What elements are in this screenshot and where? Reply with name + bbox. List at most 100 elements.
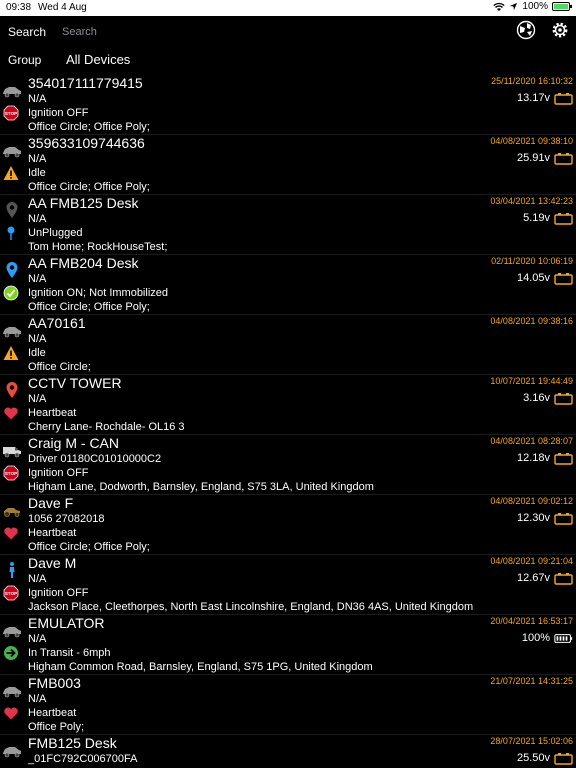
device-timestamp: 04/08/2021 09:38:16 xyxy=(490,316,573,326)
stop-icon: STOP xyxy=(3,465,19,481)
device-timestamp: 28/07/2021 15:02:06 xyxy=(490,736,573,746)
car-icon xyxy=(3,747,21,758)
svg-text:STOP: STOP xyxy=(5,471,17,476)
heart-icon xyxy=(4,527,18,540)
device-status: In Transit - 6mph xyxy=(28,647,111,659)
status-right: 100% xyxy=(493,1,572,12)
device-driver: 1056 27082018 xyxy=(28,513,105,525)
battery-low-icon xyxy=(554,93,573,105)
stop-icon: STOP xyxy=(3,105,19,121)
device-list: STOP 354017111779415 N/A Ignition OFF Of… xyxy=(0,75,576,768)
status-battery-icon xyxy=(552,2,572,11)
device-name: Craig M - CAN xyxy=(28,435,120,451)
device-driver: N/A xyxy=(28,93,47,105)
battery-low-icon xyxy=(554,573,573,585)
location-arrow-icon xyxy=(510,2,518,11)
group-selector[interactable]: Group All Devices xyxy=(0,50,576,72)
ignition-on-icon xyxy=(3,285,19,301)
status-battery-percent: 100% xyxy=(522,1,548,12)
device-row[interactable]: Dave F 1056 27082018 Heartbeat Office Ci… xyxy=(0,495,576,555)
wifi-icon xyxy=(493,2,506,11)
device-location: Office Poly; xyxy=(28,721,85,733)
battery-full-icon xyxy=(554,634,573,643)
device-location: Higham Lane, Dodworth, Barnsley, England… xyxy=(28,481,374,493)
device-location: Tom Home; RockHouseTest; xyxy=(28,241,168,253)
car-icon xyxy=(3,87,21,98)
device-name: Dave F xyxy=(28,495,74,511)
ios-status-bar: 09:38 Wed 4 Aug 100% xyxy=(0,0,576,16)
device-name: AA FMB204 Desk xyxy=(28,255,139,271)
device-row[interactable]: CCTV TOWER N/A Heartbeat Cherry Lane- Ro… xyxy=(0,375,576,435)
device-status: Ignition ON; Not Immobilized xyxy=(28,287,168,299)
battery-low-icon xyxy=(554,273,573,285)
device-row[interactable]: EMULATOR N/A In Transit - 6mph Higham Co… xyxy=(0,615,576,675)
device-name: FMB003 xyxy=(28,675,81,691)
map-pin-grey-icon xyxy=(6,202,18,218)
device-row[interactable]: AA FMB204 Desk N/A Ignition ON; Not Immo… xyxy=(0,255,576,315)
device-status: Heartbeat xyxy=(28,407,77,419)
device-battery-level: 100% xyxy=(521,632,550,644)
device-row[interactable]: STOP Craig M - CAN Driver 01180C01010000… xyxy=(0,435,576,495)
device-location: Office Circle; Office Poly; xyxy=(28,541,150,553)
device-timestamp: 03/04/2021 13:42:23 xyxy=(490,196,573,206)
device-status: Ignition OFF xyxy=(28,587,89,599)
heart-icon xyxy=(4,407,18,420)
device-timestamp: 04/08/2021 09:02:12 xyxy=(490,496,573,506)
device-row[interactable]: 359633109744636 N/A Idle Office Circle; … xyxy=(0,135,576,195)
device-name: AA FMB125 Desk xyxy=(28,195,139,211)
globe-map-icon[interactable] xyxy=(516,20,536,40)
device-voltage: 13.17v xyxy=(516,92,550,104)
device-driver: N/A xyxy=(28,273,47,285)
device-timestamp: 10/07/2021 19:44:49 xyxy=(490,376,573,386)
device-voltage: 25.91v xyxy=(516,152,550,164)
device-name: 359633109744636 xyxy=(28,135,145,151)
device-driver: N/A xyxy=(28,153,47,165)
device-name: CCTV TOWER xyxy=(28,375,122,391)
device-voltage: 12.18v xyxy=(516,452,550,464)
device-name: AA70161 xyxy=(28,315,86,331)
battery-low-icon xyxy=(554,153,573,165)
device-driver: _01FC792C006700FA xyxy=(28,753,138,765)
device-location: Office Circle; Office Poly; xyxy=(28,301,150,313)
map-pin-red-icon xyxy=(6,382,18,398)
device-location: Office Circle; xyxy=(28,361,91,373)
device-voltage: 5.19v xyxy=(523,212,550,224)
van-icon xyxy=(3,447,21,458)
device-timestamp: 20/04/2021 16:53:17 xyxy=(490,616,573,626)
device-timestamp: 21/07/2021 14:31:25 xyxy=(490,676,573,686)
device-status: Heartbeat xyxy=(28,707,77,719)
battery-low-icon xyxy=(554,213,573,225)
car-icon xyxy=(3,627,21,638)
device-location: Higham Common Road, Barnsley, England, S… xyxy=(28,661,373,673)
search-input[interactable] xyxy=(56,22,356,42)
device-timestamp: 04/08/2021 09:21:04 xyxy=(490,556,573,566)
svg-text:STOP: STOP xyxy=(5,591,17,596)
device-name: Dave M xyxy=(28,555,77,571)
device-row[interactable]: FMB125 Desk _01FC792C006700FA 28/07/2021… xyxy=(0,735,576,768)
device-timestamp: 04/08/2021 09:38:10 xyxy=(490,136,573,146)
car-icon xyxy=(3,147,21,158)
device-status: Ignition OFF xyxy=(28,107,89,119)
device-name: FMB125 Desk xyxy=(28,735,117,751)
device-row[interactable]: AA70161 N/A Idle Office Circle; 04/08/20… xyxy=(0,315,576,375)
device-timestamp: 02/11/2020 10:06:19 xyxy=(491,256,573,266)
idle-warning-icon xyxy=(3,166,19,180)
device-row[interactable]: FMB003 N/A Heartbeat Office Poly; 21/07/… xyxy=(0,675,576,735)
device-driver: N/A xyxy=(28,693,47,705)
gear-icon[interactable] xyxy=(550,20,570,40)
stop-icon: STOP xyxy=(3,585,19,601)
car-icon xyxy=(3,687,21,698)
device-row[interactable]: STOP 354017111779415 N/A Ignition OFF Of… xyxy=(0,75,576,135)
battery-low-icon xyxy=(554,453,573,465)
battery-low-icon xyxy=(554,513,573,525)
device-status: Idle xyxy=(28,167,46,179)
device-name: 354017111779415 xyxy=(28,75,143,91)
group-value[interactable]: All Devices xyxy=(66,52,130,67)
device-row[interactable]: AA FMB125 Desk N/A UnPlugged Tom Home; R… xyxy=(0,195,576,255)
device-driver: Driver 01180C01010000C2 xyxy=(28,453,162,465)
device-status: Heartbeat xyxy=(28,527,77,539)
unplugged-pin-icon xyxy=(7,226,15,240)
device-row[interactable]: STOP Dave M N/A Ignition OFF Jackson Pla… xyxy=(0,555,576,615)
battery-low-icon xyxy=(554,393,573,405)
group-label: Group xyxy=(8,53,42,67)
